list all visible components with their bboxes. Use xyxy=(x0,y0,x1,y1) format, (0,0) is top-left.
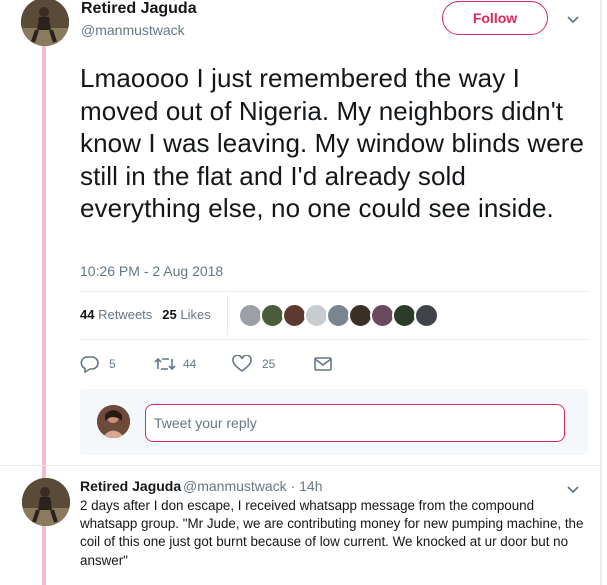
reply-text: 2 days after I don escape, I received wh… xyxy=(80,498,584,568)
liker-avatars xyxy=(238,303,439,328)
chevron-down-icon[interactable] xyxy=(566,12,580,26)
timeline-border xyxy=(600,0,602,585)
retweets-stat[interactable]: 44 Retweets xyxy=(80,307,152,322)
divider xyxy=(0,465,600,466)
tweet-text: Lmaoooo I just remembered the way I move… xyxy=(80,63,585,224)
stat-separator xyxy=(227,295,228,335)
retweet-count: 44 xyxy=(183,357,197,371)
divider xyxy=(80,339,588,340)
reply-author-handle[interactable]: @manmustwack · 14h xyxy=(183,478,322,494)
author-name[interactable]: Retired Jaguda xyxy=(81,0,197,18)
tweet-timestamp[interactable]: 10:26 PM - 2 Aug 2018 xyxy=(80,263,223,279)
divider xyxy=(80,291,588,292)
like-button[interactable]: 25 xyxy=(232,355,314,373)
tweet-actions: 5 44 25 xyxy=(80,355,332,373)
reply-author-name[interactable]: Retired Jaguda xyxy=(80,478,181,494)
reply-input[interactable]: Tweet your reply xyxy=(145,404,565,442)
reply-icon xyxy=(80,356,99,373)
follow-button[interactable]: Follow xyxy=(442,1,548,35)
likes-stat[interactable]: 25 Likes xyxy=(162,307,210,322)
direct-message-button[interactable] xyxy=(314,357,332,371)
retweet-icon xyxy=(154,357,176,371)
reply-count: 5 xyxy=(109,357,116,371)
user-avatar[interactable] xyxy=(97,405,130,438)
liker-avatar[interactable] xyxy=(414,303,439,328)
author-handle[interactable]: @manmustwack xyxy=(81,22,185,38)
retweet-button[interactable]: 44 xyxy=(154,356,232,372)
like-count: 25 xyxy=(262,357,276,371)
avatar[interactable] xyxy=(22,478,70,526)
message-icon xyxy=(314,357,332,371)
avatar[interactable] xyxy=(21,0,69,46)
reply-button[interactable]: 5 xyxy=(80,355,154,373)
tweet-stats: 44 Retweets 25 Likes xyxy=(80,307,211,322)
heart-icon xyxy=(232,355,252,372)
chevron-down-icon[interactable] xyxy=(566,482,580,496)
